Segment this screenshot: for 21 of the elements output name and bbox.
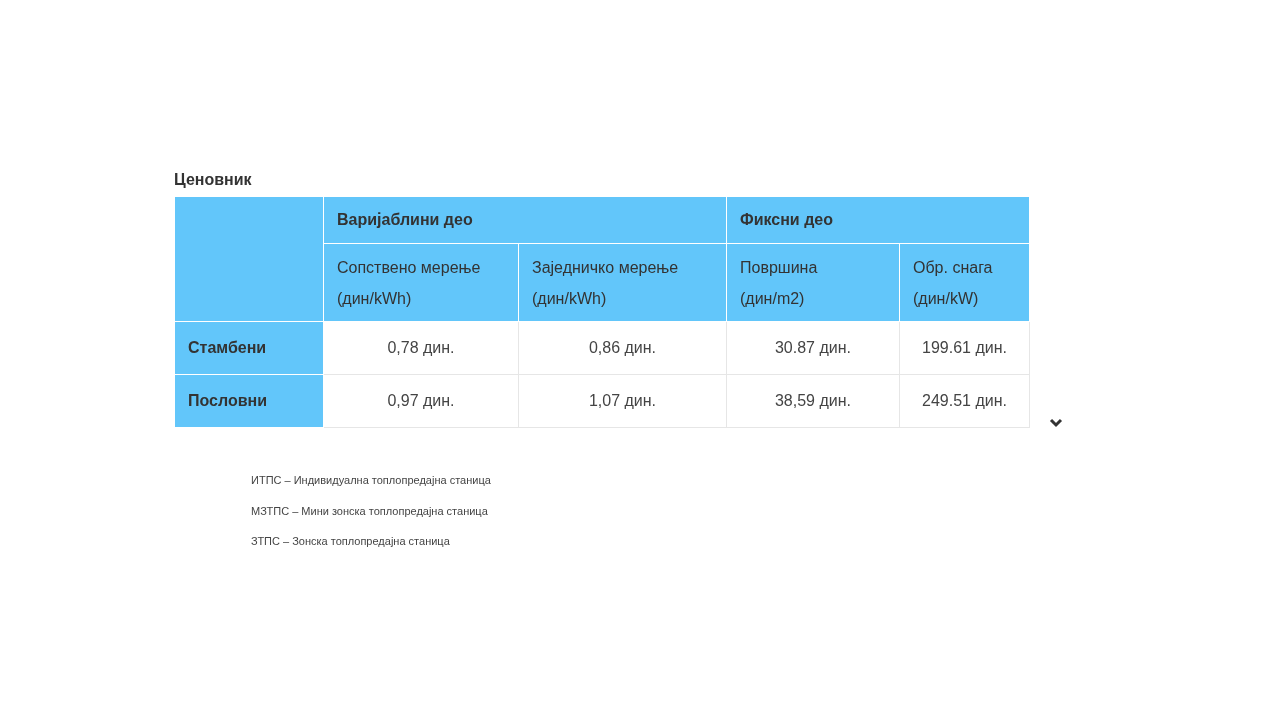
table-cell: 0,86 дин. [518,321,727,375]
note-text: МЗТПС – Мини зонска топлопредајна станица [251,503,489,519]
table-title: Ценовник [174,170,253,190]
group-header: Варијаблини део [323,196,727,244]
column-header: Површина (дин/m2) [726,243,900,322]
note-text: ЗТПС – Зонска топлопредајна станица [251,534,451,549]
group-header: Фиксни део [726,196,1030,244]
table-cell: 38,59 дин. [726,374,900,428]
table-cell: 199.61 дин. [899,321,1030,375]
column-header: Сопствено мерење (дин/kWh) [323,243,519,322]
column-header: Заједничко мерење (дин/kWh) [518,243,727,322]
table-cell: 0,78 дин. [323,321,519,375]
table-cell: 249.51 дин. [899,374,1030,428]
column-header: Обр. снага (дин/kW) [899,243,1030,322]
row-header: Пословни [174,374,324,428]
table-cell: 30.87 дин. [726,321,900,375]
row-header: Стамбени [174,321,324,375]
note-text: ИТПС – Индивидуална топлопредајна станица [251,473,492,488]
chevron-down-icon[interactable] [1049,418,1063,428]
table-cell: 0,97 дин. [323,374,519,428]
table-cell: 1,07 дин. [518,374,727,428]
